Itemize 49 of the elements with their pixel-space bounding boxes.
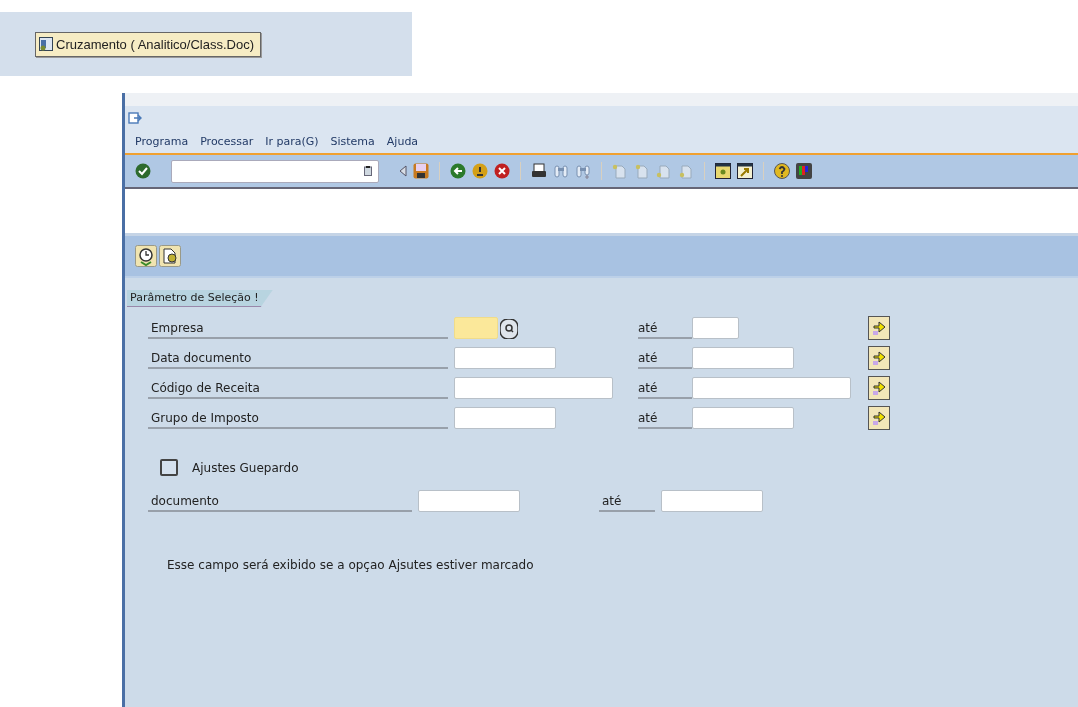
input-field[interactable] [692, 317, 739, 339]
report-button[interactable]: Cruzamento ( Analitico/Class.Doc) [35, 31, 261, 57]
menu-item[interactable]: Ir para(G) [265, 134, 319, 148]
checkbox-label: Ajustes Guepardo [192, 460, 299, 475]
layout-icon[interactable] [715, 163, 731, 179]
field-label: documento [148, 494, 412, 512]
color-palette-icon[interactable] [796, 163, 812, 179]
input-field[interactable] [692, 407, 794, 429]
section-title: Parâmetro de Seleção ! [127, 290, 273, 307]
multiple-selection-button[interactable] [868, 406, 890, 430]
triangle-left-icon[interactable] [399, 165, 407, 177]
field-label: Código de Receita [148, 381, 448, 399]
checkbox[interactable] [160, 459, 178, 476]
check-icon[interactable] [135, 163, 151, 179]
menu-item[interactable]: Processar [200, 134, 254, 148]
window-icon [39, 37, 53, 51]
menu-item[interactable]: Sistema [330, 134, 375, 148]
back-icon[interactable] [450, 163, 466, 179]
field-label: Grupo de Imposto [148, 411, 448, 429]
cancel-icon[interactable] [494, 163, 510, 179]
input-field[interactable] [692, 347, 794, 369]
exit-icon[interactable] [472, 163, 488, 179]
window-menu-icon[interactable] [128, 111, 142, 124]
menu-item[interactable]: Ajuda [386, 134, 419, 148]
input-field[interactable] [661, 490, 763, 512]
binoculars-icon[interactable] [553, 163, 569, 179]
note-text: Esse campo será exibido se a opçao Ajsutes estiver marcado [167, 558, 535, 572]
variant-button[interactable] [159, 245, 181, 267]
command-field[interactable] [171, 159, 379, 183]
multiple-selection-button[interactable] [868, 316, 890, 340]
input-field[interactable] [454, 407, 556, 429]
help-icon[interactable] [774, 163, 790, 179]
input-field[interactable] [454, 317, 498, 339]
field-label: Data documento [148, 351, 448, 369]
input-field[interactable] [418, 490, 520, 512]
range-label: até [599, 494, 655, 512]
clock-button[interactable] [135, 245, 157, 267]
binoculars-plus-icon[interactable] [575, 163, 591, 179]
save-icon[interactable] [413, 163, 429, 179]
menu-item[interactable]: Programa [135, 134, 189, 148]
field-label: Empresa [148, 321, 448, 339]
input-field[interactable] [692, 377, 851, 399]
search-help-icon[interactable] [500, 319, 518, 339]
clipboard-icon [364, 166, 372, 176]
print-icon[interactable] [531, 163, 547, 179]
input-field[interactable] [454, 347, 556, 369]
multiple-selection-button[interactable] [868, 376, 890, 400]
multiple-selection-button[interactable] [868, 346, 890, 370]
input-field[interactable] [454, 377, 613, 399]
